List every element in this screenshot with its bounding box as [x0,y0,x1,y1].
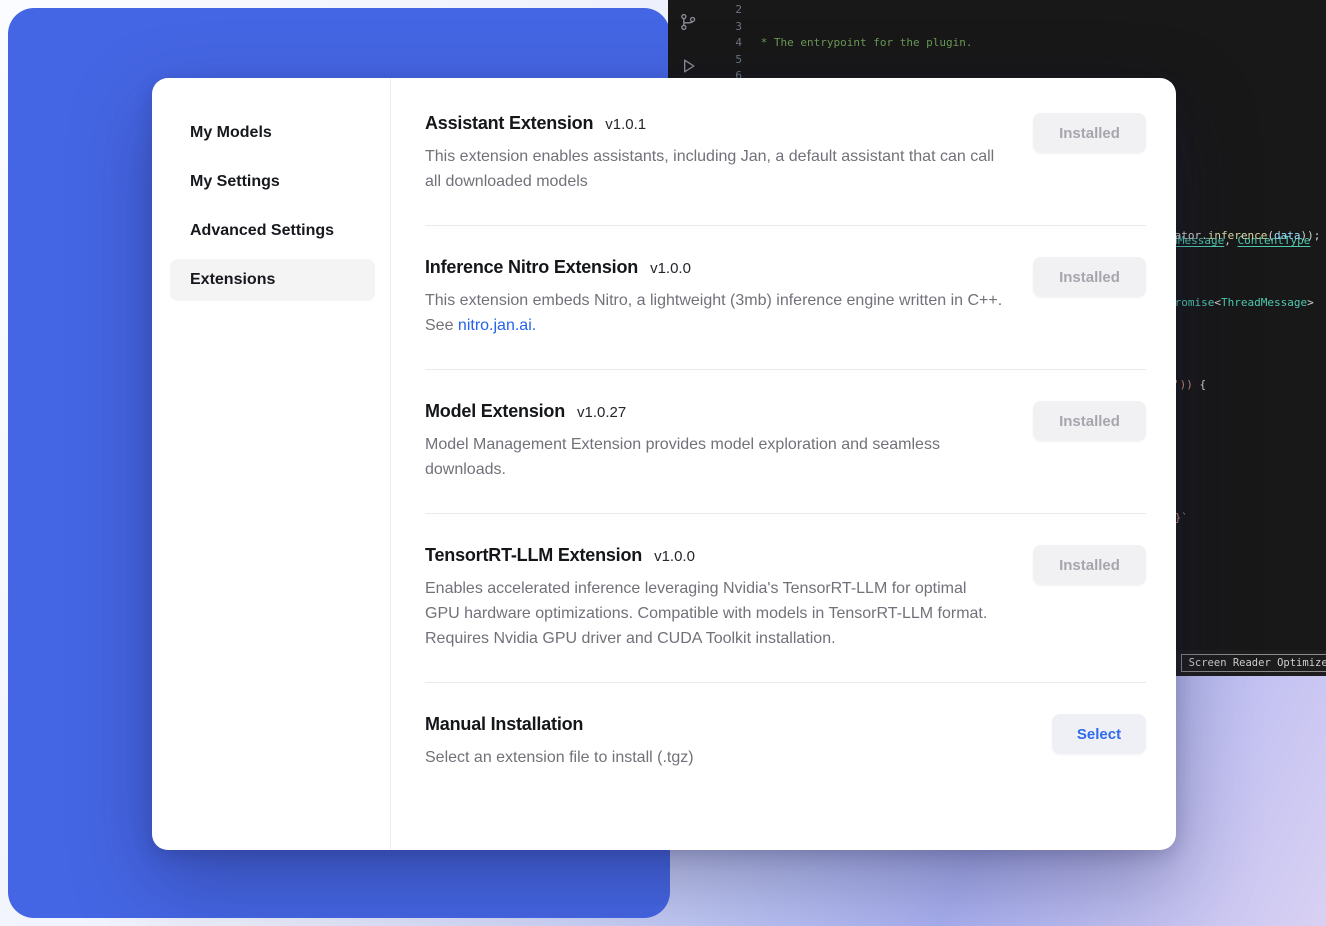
extension-row-assistant: Assistant Extension v1.0.1 This extensio… [425,82,1146,226]
line-number: 2 [716,2,742,19]
line-number: 3 [716,19,742,36]
extension-title: TensortRT-LLM Extension [425,545,642,566]
manual-installation-title: Manual Installation [425,714,583,735]
source-control-icon[interactable] [678,12,698,35]
extension-description: This extension enables assistants, inclu… [425,144,1003,194]
extensions-panel: Assistant Extension v1.0.1 This extensio… [391,78,1176,850]
sidebar-item-advanced-settings[interactable]: Advanced Settings [170,210,375,252]
extension-title: Model Extension [425,401,565,422]
extension-version: v1.0.27 [577,404,626,421]
extension-row-model: Model Extension v1.0.27 Model Management… [425,370,1146,514]
run-debug-icon[interactable] [678,56,698,79]
line-number: 4 [716,35,742,52]
code-fragment: ')) { [1173,378,1206,391]
extension-version: v1.0.0 [654,548,695,565]
extension-version: v1.0.1 [605,116,646,133]
extension-title: Assistant Extension [425,113,593,134]
settings-modal: My Models My Settings Advanced Settings … [152,78,1176,850]
sidebar-item-extensions[interactable]: Extensions [170,259,375,301]
sidebar-item-my-settings[interactable]: My Settings [170,161,375,203]
nitro-link[interactable]: nitro.jan.ai. [458,317,536,334]
extension-row-nitro: Inference Nitro Extension v1.0.0 This ex… [425,226,1146,370]
line-number: 5 [716,52,742,69]
manual-installation-description: Select an extension file to install (.tg… [425,745,694,770]
code-fragment: rator.inference(data)); [1168,229,1320,242]
sidebar-item-my-models[interactable]: My Models [170,112,375,154]
select-file-button[interactable]: Select [1052,714,1146,754]
code-line: * The entrypoint for the plugin. [754,35,1310,52]
extension-description: Enables accelerated inference leveraging… [425,576,1003,651]
extension-version: v1.0.0 [650,260,691,277]
screen-reader-badge: Screen Reader Optimized [1181,654,1326,672]
extension-description: This extension embeds Nitro, a lightweig… [425,288,1003,338]
code-fragment: Promise<ThreadMessage> [1168,296,1314,309]
manual-installation-row: Manual Installation Select an extension … [425,683,1146,801]
installed-button[interactable]: Installed [1033,257,1146,297]
installed-button[interactable]: Installed [1033,545,1146,585]
installed-button[interactable]: Installed [1033,401,1146,441]
extension-description: Model Management Extension provides mode… [425,432,1003,482]
extension-row-tensorrt: TensortRT-LLM Extension v1.0.0 Enables a… [425,514,1146,683]
extension-title: Inference Nitro Extension [425,257,638,278]
line-number-gutter: 2 3 4 5 6 [716,2,742,85]
settings-sidebar: My Models My Settings Advanced Settings … [152,78,391,850]
installed-button[interactable]: Installed [1033,113,1146,153]
